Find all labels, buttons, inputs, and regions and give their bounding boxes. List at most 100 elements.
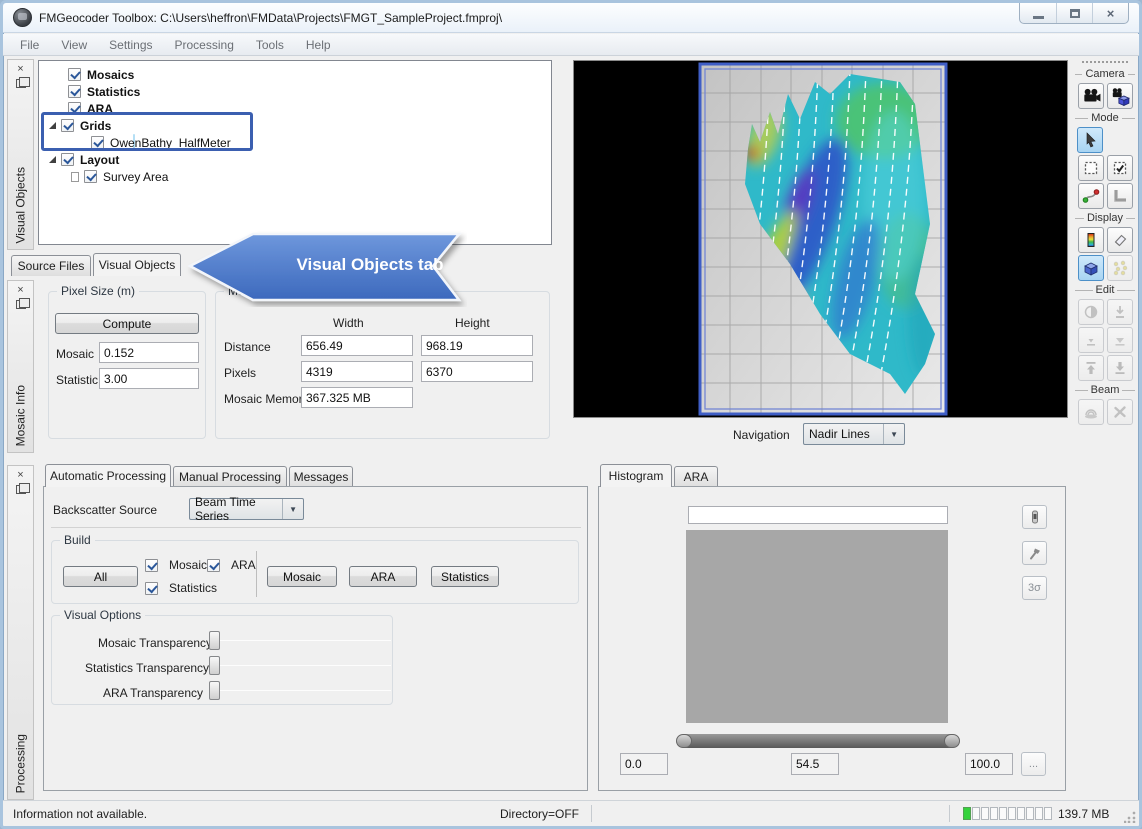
dock-float-icon[interactable]	[16, 300, 26, 309]
tab-messages[interactable]: Messages	[289, 466, 353, 487]
tree-item-statistics[interactable]: Statistics	[39, 83, 551, 100]
tree-item-layout[interactable]: Layout	[39, 151, 551, 168]
map-viewport[interactable]	[573, 60, 1068, 418]
dock-label-mosaic-info[interactable]: Mosaic Info	[8, 385, 33, 446]
build-ara-button[interactable]: ARA	[349, 566, 417, 587]
histogram-value-field[interactable]	[688, 506, 948, 524]
build-all-button[interactable]: All	[63, 566, 138, 587]
checkbox[interactable]	[61, 153, 74, 166]
checkbox[interactable]	[84, 170, 97, 183]
colormap-button[interactable]	[1078, 227, 1104, 253]
range-knob-left[interactable]	[676, 734, 692, 748]
tab-histogram[interactable]: Histogram	[600, 464, 672, 487]
beam-edit-button[interactable]	[1107, 399, 1133, 425]
navigation-dropdown[interactable]: Nadir Lines ▼	[803, 423, 905, 445]
tree-item-survey-area[interactable]: Survey Area	[39, 168, 551, 185]
build-statistics-button[interactable]: Statistics	[431, 566, 499, 587]
gain-adjust-button[interactable]	[1022, 505, 1047, 529]
menu-help[interactable]: Help	[295, 35, 342, 55]
backscatter-source-dropdown[interactable]: Beam Time Series ▼	[189, 498, 304, 520]
expand-open-icon[interactable]	[49, 122, 56, 129]
profile-line-button[interactable]	[1078, 183, 1104, 209]
move-to-bottom-button[interactable]	[1107, 355, 1133, 381]
histogram-canvas[interactable]	[686, 530, 948, 723]
distance-height-field[interactable]: 968.19	[421, 335, 533, 356]
dock-close-icon[interactable]: ×	[8, 63, 33, 75]
checkbox[interactable]	[61, 119, 74, 132]
layer-down-small-button[interactable]	[1078, 327, 1104, 353]
tree-item-ara[interactable]: ARA	[39, 100, 551, 117]
soundings-button[interactable]	[1107, 255, 1133, 281]
beam-pattern-button[interactable]	[1078, 399, 1104, 425]
dock-label-visual-objects[interactable]: Visual Objects	[8, 167, 33, 243]
checkbox[interactable]	[145, 582, 158, 595]
menu-processing[interactable]: Processing	[164, 35, 245, 55]
more-options-button[interactable]: ...	[1021, 752, 1046, 776]
build-statistics-checkbox[interactable]: Statistics	[145, 581, 217, 595]
layer-down-button[interactable]	[1107, 327, 1133, 353]
histogram-min-field[interactable]: 0.0	[620, 753, 668, 775]
slider-handle[interactable]	[209, 681, 220, 700]
select-mode-button[interactable]	[1077, 127, 1103, 153]
close-button[interactable]: ×	[1092, 3, 1128, 23]
checkbox[interactable]	[68, 68, 81, 81]
mosaic-transparency-slider[interactable]	[209, 631, 391, 650]
menu-settings[interactable]: Settings	[98, 35, 163, 55]
camera-snapshot-button[interactable]	[1078, 83, 1104, 109]
tree-item-mosaics[interactable]: Mosaics	[39, 66, 551, 83]
toolbar-grip[interactable]	[1082, 61, 1128, 65]
expand-open-icon[interactable]	[49, 156, 56, 163]
tab-visual-objects[interactable]: Visual Objects	[93, 253, 181, 276]
rubber-band-select-button[interactable]	[1078, 155, 1104, 181]
slider-handle[interactable]	[209, 656, 220, 675]
tab-source-files[interactable]: Source Files	[11, 255, 91, 276]
pixels-width-field[interactable]: 4319	[301, 361, 413, 382]
histogram-max-field[interactable]: 100.0	[965, 753, 1013, 775]
contrast-button[interactable]	[1078, 299, 1104, 325]
checkbox[interactable]	[145, 559, 158, 572]
build-mosaic-checkbox[interactable]: Mosaic	[145, 558, 207, 572]
dock-float-icon[interactable]	[16, 485, 26, 494]
tree-item-owenbathy[interactable]: OwenBathy_HalfMeter	[39, 134, 551, 151]
mosaic-memory-field[interactable]: 367.325 MB	[301, 387, 413, 408]
statistic-pixel-size-field[interactable]: 3.00	[99, 368, 199, 389]
statistics-transparency-slider[interactable]	[209, 656, 391, 675]
build-mosaic-button[interactable]: Mosaic	[267, 566, 337, 587]
tab-manual-processing[interactable]: Manual Processing	[173, 466, 287, 487]
dock-close-icon[interactable]: ×	[8, 284, 33, 296]
checkbox[interactable]	[207, 559, 220, 572]
checkbox[interactable]	[68, 85, 81, 98]
measure-button[interactable]	[1107, 183, 1133, 209]
import-layer-button[interactable]	[1107, 299, 1133, 325]
move-to-top-button[interactable]	[1078, 355, 1104, 381]
menu-file[interactable]: File	[9, 35, 50, 55]
select-confirm-button[interactable]	[1107, 155, 1133, 181]
slider-handle[interactable]	[209, 631, 220, 650]
ara-transparency-slider[interactable]	[209, 681, 391, 700]
tab-automatic-processing[interactable]: Automatic Processing	[45, 464, 171, 487]
histogram-range-slider[interactable]	[678, 734, 958, 748]
distance-width-field[interactable]: 656.49	[301, 335, 413, 356]
tree-item-grids[interactable]: Grids	[39, 117, 551, 134]
camera-3d-button[interactable]	[1107, 83, 1133, 109]
pixels-height-field[interactable]: 6370	[421, 361, 533, 382]
maximize-button[interactable]	[1056, 3, 1092, 23]
tab-ara-histogram[interactable]: ARA	[674, 466, 718, 487]
checkbox[interactable]	[68, 102, 81, 115]
three-sigma-button[interactable]: 3σ	[1022, 576, 1047, 600]
dock-float-icon[interactable]	[16, 79, 26, 88]
menu-view[interactable]: View	[50, 35, 98, 55]
dock-label-processing[interactable]: Processing	[8, 734, 33, 793]
mosaic-pixel-size-field[interactable]: 0.152	[99, 342, 199, 363]
checkbox[interactable]	[91, 136, 104, 149]
compute-button[interactable]: Compute	[55, 313, 199, 334]
resize-grip[interactable]	[1124, 811, 1136, 823]
histogram-mid-field[interactable]: 54.5	[791, 753, 839, 775]
view-3d-button[interactable]	[1078, 255, 1104, 281]
menu-tools[interactable]: Tools	[245, 35, 295, 55]
auto-adjust-button[interactable]	[1022, 541, 1047, 565]
eraser-button[interactable]	[1107, 227, 1133, 253]
minimize-button[interactable]	[1020, 3, 1056, 23]
build-ara-checkbox[interactable]: ARA	[207, 558, 256, 572]
range-knob-right[interactable]	[944, 734, 960, 748]
